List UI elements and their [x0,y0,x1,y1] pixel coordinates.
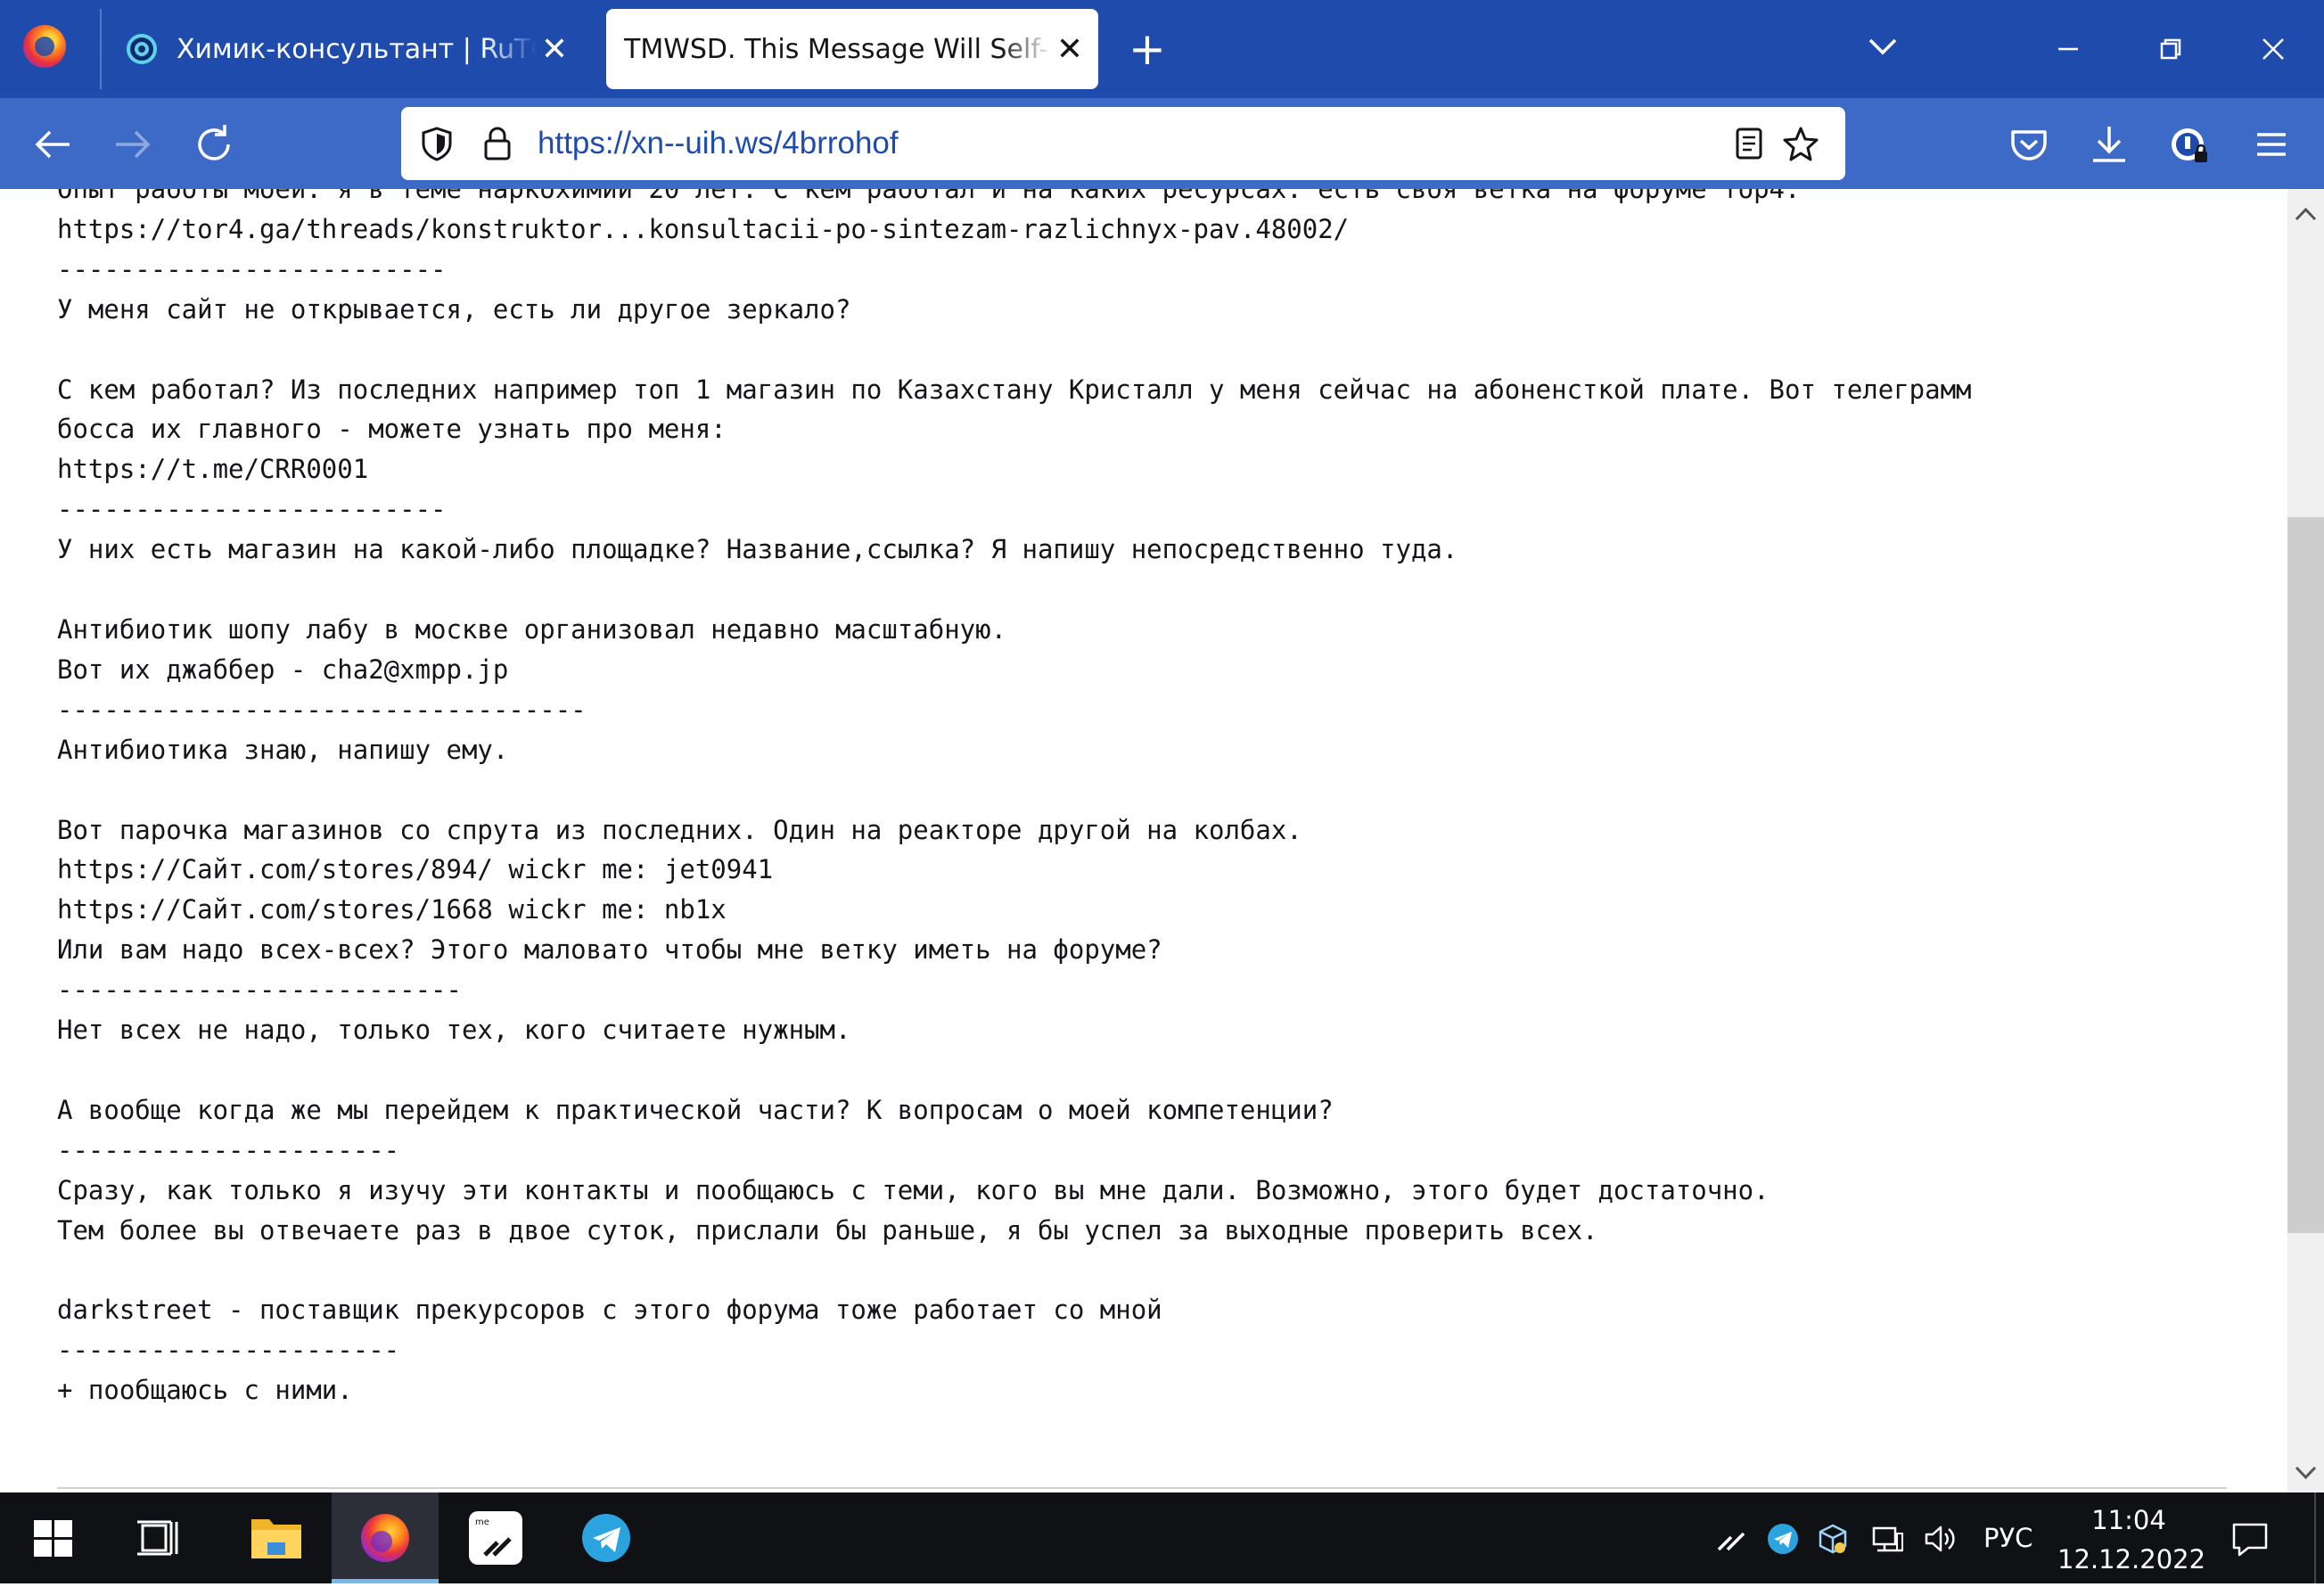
firefox-icon[interactable] [23,25,66,68]
bookmark-star-icon[interactable] [1781,124,1820,163]
scroll-up-icon[interactable] [2287,196,2324,232]
text-line: -------------------------- [57,974,462,1006]
password-manager-icon[interactable] [2164,119,2214,169]
navigation-toolbar: https://xn--uih.ws/4brrohof [0,98,2324,189]
text-line: Нет всех не надо, только тех, кого счита… [57,1015,851,1046]
text-line: ---------------------- [57,1134,400,1165]
file-explorer-icon[interactable] [223,1492,330,1583]
back-arrow-icon[interactable] [29,119,78,169]
text-line: Вот парочка магазинов со спрута из после… [57,814,1302,845]
text-line: Тем более вы отвечаете раз в двое суток,… [57,1214,1598,1246]
text-line: + пообщаюсь с ними. [57,1375,353,1406]
chevron-down-icon[interactable] [1863,27,1902,66]
meet-app-icon[interactable]: me [442,1492,549,1583]
close-icon [2262,38,2284,60]
close-icon[interactable]: ✕ [1052,31,1088,68]
scrollbar-thumb[interactable] [2287,517,2324,1233]
tab-title: TMWSD. This Message Will Self-Destruct [624,33,1052,65]
windows-start-icon[interactable] [0,1492,107,1583]
close-window-button[interactable] [2242,18,2304,80]
text-line: У меня сайт не открывается, есть ли друг… [57,293,851,325]
text-line: ------------------------- [57,494,447,525]
text-line: ------------------------- [57,253,447,284]
text-line: https://Сайт.com/stores/894/ wickr me: j… [57,854,774,885]
tab-rutor[interactable]: Химик-консультант | RuTOR – Главный фору… [100,9,583,89]
network-icon[interactable] [1870,1521,1906,1557]
restore-button[interactable] [2139,18,2202,80]
minimize-icon [2058,47,2078,51]
notifications-icon[interactable] [2229,1517,2271,1560]
clock-date[interactable]: 12.12.2022 [2057,1544,2205,1575]
close-icon[interactable]: ✕ [537,31,572,68]
menu-icon[interactable] [2246,119,2296,169]
new-tab-button[interactable]: + [1125,20,1170,78]
tab-tmwsd[interactable]: TMWSD. This Message Will Self-Destruct ✕ [606,9,1098,89]
shield-icon[interactable] [417,124,456,163]
restore-icon [2160,38,2181,60]
divider [57,1487,2227,1489]
text-line: Сразу, как только я изучу эти контакты и… [57,1174,1770,1205]
text-line: https://tor4.ga/threads/konstruktor...ko… [57,213,1350,244]
show-desktop-button[interactable] [2314,1492,2324,1583]
svg-text:me: me [475,1517,489,1527]
telegram-icon[interactable] [553,1492,660,1583]
lock-icon[interactable] [478,124,517,163]
meet-tray-icon[interactable] [1713,1521,1749,1557]
text-line: Вот их джаббер - cha2@xmpp.jp [57,654,509,685]
reader-view-icon[interactable] [1729,124,1769,163]
minimize-button[interactable] [2037,18,2099,80]
virtualbox-tray-icon[interactable] [1815,1521,1851,1557]
clock-time[interactable]: 11:04 [2066,1505,2191,1535]
taskbar-firefox[interactable] [332,1492,439,1583]
text-line: Антибиотик шопу лабу в москве организова… [57,613,1007,645]
text-line: https://t.me/CRR0001 [57,454,369,485]
windows-taskbar: me РУС 11:04 12.12.2022 [0,1492,2324,1583]
text-line: Опыт работы моей: я в теме наркохимии 20… [57,189,1801,204]
url-bar[interactable]: https://xn--uih.ws/4brrohof [401,107,1845,180]
text-line: Или вам надо всех-всех? Этого маловато ч… [57,934,1162,966]
scroll-down-icon[interactable] [2287,1455,2324,1491]
page-content: Опыт работы моей: я в теме наркохимии 20… [0,189,2287,1492]
firefox-icon [361,1514,409,1562]
language-indicator[interactable]: РУС [1983,1492,2032,1583]
text-line: босса их главного - можете узнать про ме… [57,414,727,445]
text-line: А вообще когда же мы перейдем к практиче… [57,1094,1334,1125]
volume-icon[interactable] [1922,1521,1958,1557]
text-line: Антибиотика знаю, напишу ему. [57,734,509,765]
url-text[interactable]: https://xn--uih.ws/4brrohof [538,107,899,180]
text-line: ---------------------------------- [57,694,587,725]
vertical-scrollbar[interactable] [2287,189,2324,1492]
telegram-tray-icon[interactable] [1765,1521,1801,1557]
text-line: ---------------------- [57,1335,400,1366]
text-line: У них есть магазин на какой-либо площадк… [57,534,1458,565]
text-line: darkstreet - поставщик прекурсоров с это… [57,1295,1162,1326]
download-icon[interactable] [2084,119,2134,169]
text-line: https://Сайт.com/stores/1668 wickr me: n… [57,894,727,925]
forward-arrow-icon[interactable] [107,119,157,169]
pocket-icon[interactable] [2004,119,2054,169]
tab-bar: Химик-консультант | RuTOR – Главный фору… [0,0,2324,98]
text-line: С кем работал? Из последних например топ… [57,374,1972,405]
message-text: Опыт работы моей: я в теме наркохимии 20… [57,189,1972,1410]
task-view-icon[interactable] [107,1492,214,1583]
rutor-favicon-icon [127,34,157,64]
reload-icon[interactable] [189,119,239,169]
tab-title: Химик-консультант | RuTOR – Главный фору… [177,33,537,65]
